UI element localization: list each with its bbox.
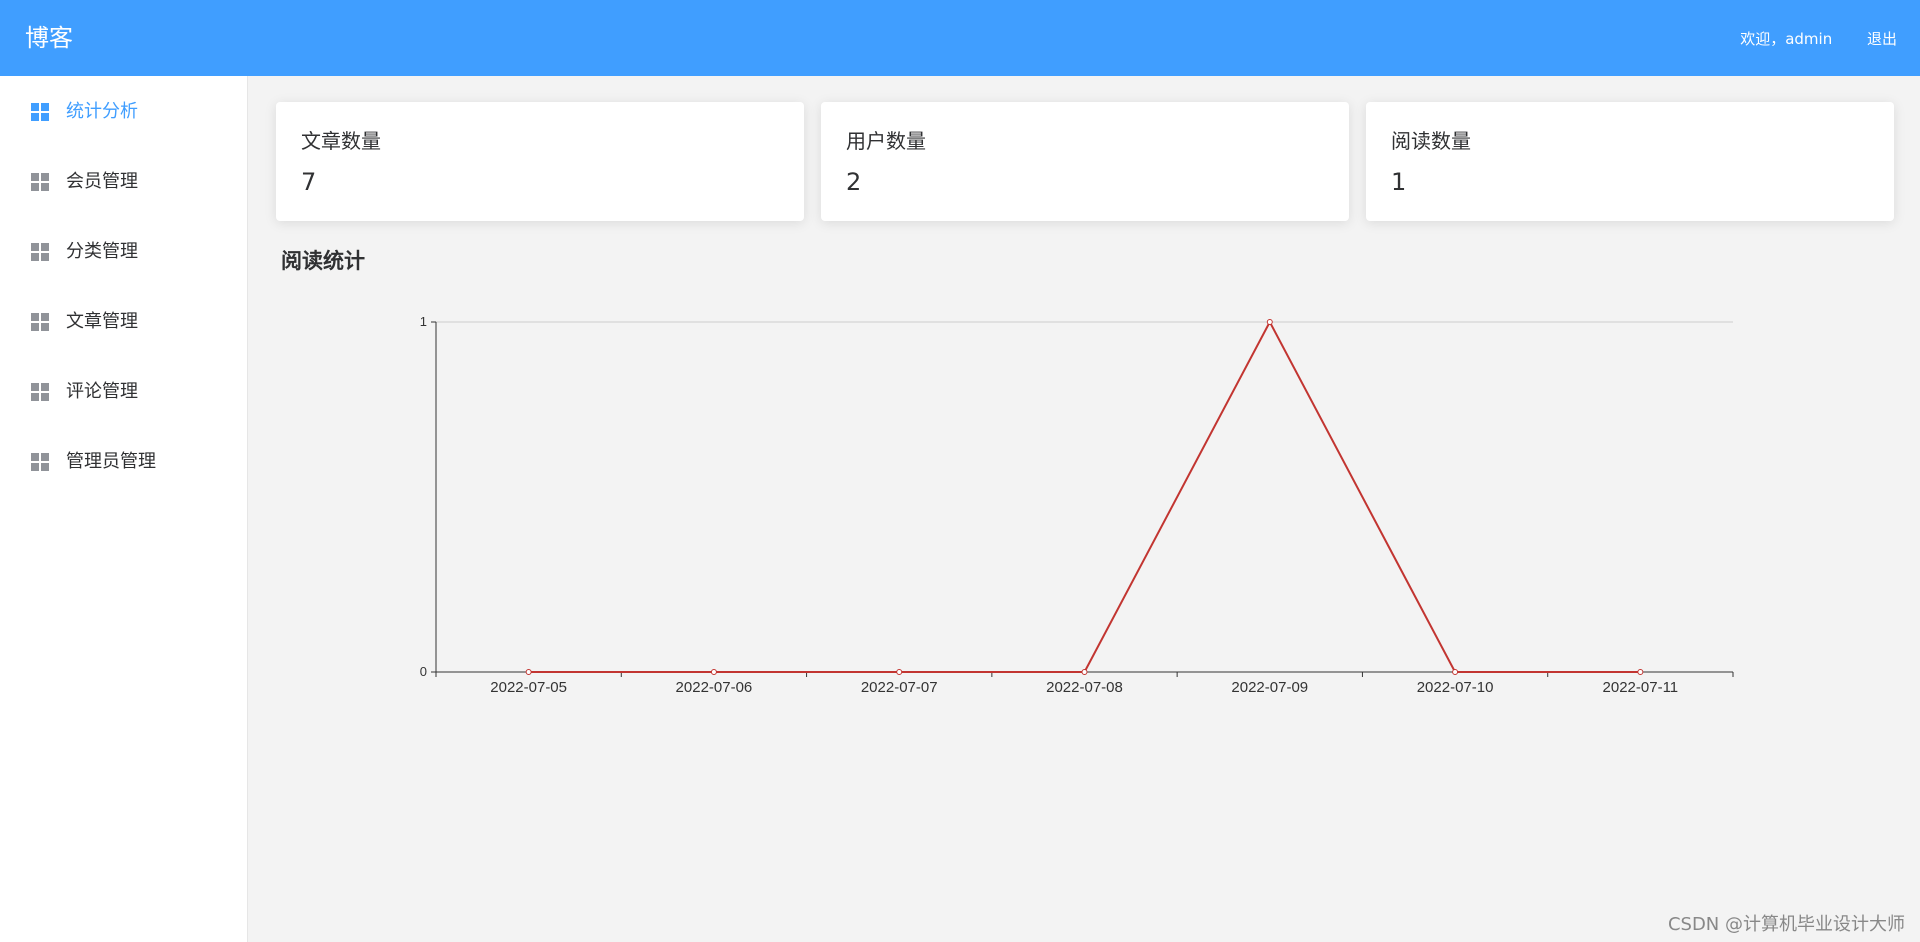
sidebar-item-articles[interactable]: 文章管理 <box>0 286 248 356</box>
welcome-text: 欢迎，admin <box>1740 30 1833 48</box>
sidebar-item-comments[interactable]: 评论管理 <box>0 356 248 426</box>
grid-icon <box>31 103 49 121</box>
stat-card-value: 2 <box>846 168 862 196</box>
sidebar-item-members[interactable]: 会员管理 <box>0 146 248 216</box>
stat-card-label: 文章数量 <box>301 129 381 153</box>
data-point <box>896 669 903 675</box>
grid-icon <box>31 313 49 331</box>
stat-card-label: 用户数量 <box>846 129 926 153</box>
x-tick-label: 2022-07-11 <box>1603 679 1679 696</box>
sidebar-item-label: 分类管理 <box>66 241 138 262</box>
data-point <box>1452 669 1459 675</box>
stat-card-articles: 文章数量 7 <box>276 102 804 221</box>
brand-title[interactable]: 博客 <box>25 22 73 54</box>
stat-card-users: 用户数量 2 <box>821 102 1349 221</box>
stat-card-reads: 阅读数量 1 <box>1366 102 1894 221</box>
grid-icon <box>31 453 49 471</box>
sidebar-item-statistics[interactable]: 统计分析 <box>0 76 248 146</box>
sidebar-item-label: 管理员管理 <box>66 451 156 472</box>
stat-card-value: 1 <box>1391 168 1407 196</box>
data-point <box>1637 669 1644 675</box>
x-tick-label: 2022-07-07 <box>861 679 938 696</box>
grid-icon <box>31 383 49 401</box>
series-line <box>528 319 1641 673</box>
x-tick-label: 2022-07-08 <box>1046 679 1123 696</box>
logout-link[interactable]: 退出 <box>1867 30 1897 48</box>
top-header: 博客 欢迎，admin 退出 <box>0 0 1920 76</box>
grid-icon <box>31 243 49 261</box>
stat-card-value: 7 <box>301 168 317 196</box>
data-point <box>710 669 717 675</box>
sidebar-item-label: 会员管理 <box>66 171 138 192</box>
y-tick-label: 0 <box>420 664 427 679</box>
data-point <box>1266 319 1273 325</box>
watermark-text: CSDN @计算机毕业设计大师 <box>1667 914 1905 935</box>
sidebar: 统计分析 会员管理 分类管理 文章管理 评论管理 管理员管理 <box>0 76 248 942</box>
sidebar-item-categories[interactable]: 分类管理 <box>0 216 248 286</box>
grid-icon <box>31 173 49 191</box>
sidebar-item-label: 文章管理 <box>66 311 138 332</box>
section-title: 阅读统计 <box>281 249 365 273</box>
x-tick-label: 2022-07-10 <box>1417 679 1494 696</box>
data-point <box>1081 669 1088 675</box>
sidebar-item-label: 评论管理 <box>66 381 138 402</box>
y-tick-label: 1 <box>420 314 427 329</box>
data-point <box>525 669 532 675</box>
x-tick-label: 2022-07-05 <box>490 679 567 696</box>
reads-line-chart: 0 1 2022-07-05 2022-07-06 2022-07-07 2022-07-… <box>420 314 1734 696</box>
x-tick-label: 2022-07-06 <box>676 679 753 696</box>
x-tick-label: 2022-07-09 <box>1231 679 1308 696</box>
sidebar-item-label: 统计分析 <box>66 101 138 122</box>
sidebar-item-admins[interactable]: 管理员管理 <box>0 426 248 496</box>
header-user-area: 欢迎，admin 退出 <box>1740 28 1897 50</box>
stat-card-label: 阅读数量 <box>1391 129 1471 153</box>
